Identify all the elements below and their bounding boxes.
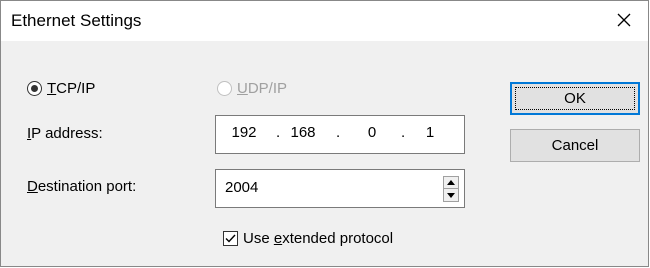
destination-port-field[interactable]: 2004 (215, 169, 465, 208)
dialog-body: TCP/IP UDP/IP IP address: 192 . 168 . 0 … (1, 41, 648, 266)
ip-address-field[interactable]: 192 . 168 . 0 . 1 (215, 115, 465, 154)
ip-separator: . (336, 124, 341, 141)
radio-selected-icon (27, 81, 42, 96)
cancel-label: Cancel (551, 137, 599, 154)
spin-up-button[interactable] (443, 176, 459, 189)
radio-unselected-icon (217, 81, 232, 96)
ip-address-label: IP address: (27, 125, 103, 142)
checkbox-box (223, 231, 238, 246)
up-arrow-icon (447, 180, 455, 185)
ok-button[interactable]: OK (510, 82, 640, 115)
dialog-title: Ethernet Settings (11, 11, 142, 30)
ip-separator: . (401, 124, 406, 141)
cancel-button[interactable]: Cancel (510, 129, 640, 162)
port-value[interactable]: 2004 (225, 179, 258, 196)
ip-octet-4[interactable]: 1 (410, 124, 450, 141)
udp-ip-label: UDP/IP (237, 80, 288, 97)
ethernet-settings-dialog: Ethernet Settings TCP/IP UDP/IP IP addre… (0, 0, 649, 267)
close-icon (617, 13, 631, 27)
extended-protocol-label: Use extended protocol (243, 230, 394, 247)
extended-protocol-checkbox[interactable]: Use extended protocol (223, 230, 393, 247)
focus-rect (515, 87, 635, 110)
tcp-ip-radio[interactable]: TCP/IP (27, 80, 95, 97)
ip-octet-1[interactable]: 192 (224, 124, 264, 141)
checkmark-icon (225, 234, 236, 243)
ip-octet-2[interactable]: 168 (283, 124, 323, 141)
tcp-ip-label: TCP/IP (47, 80, 96, 97)
spin-down-button[interactable] (443, 189, 459, 202)
udp-ip-radio[interactable]: UDP/IP (217, 80, 287, 97)
title-bar: Ethernet Settings (1, 1, 648, 41)
destination-port-label: Destination port: (27, 178, 137, 195)
ip-separator: . (276, 124, 281, 141)
ip-octet-3[interactable]: 0 (352, 124, 392, 141)
close-button[interactable] (604, 3, 644, 37)
port-spinner (443, 176, 459, 202)
down-arrow-icon (447, 192, 455, 198)
